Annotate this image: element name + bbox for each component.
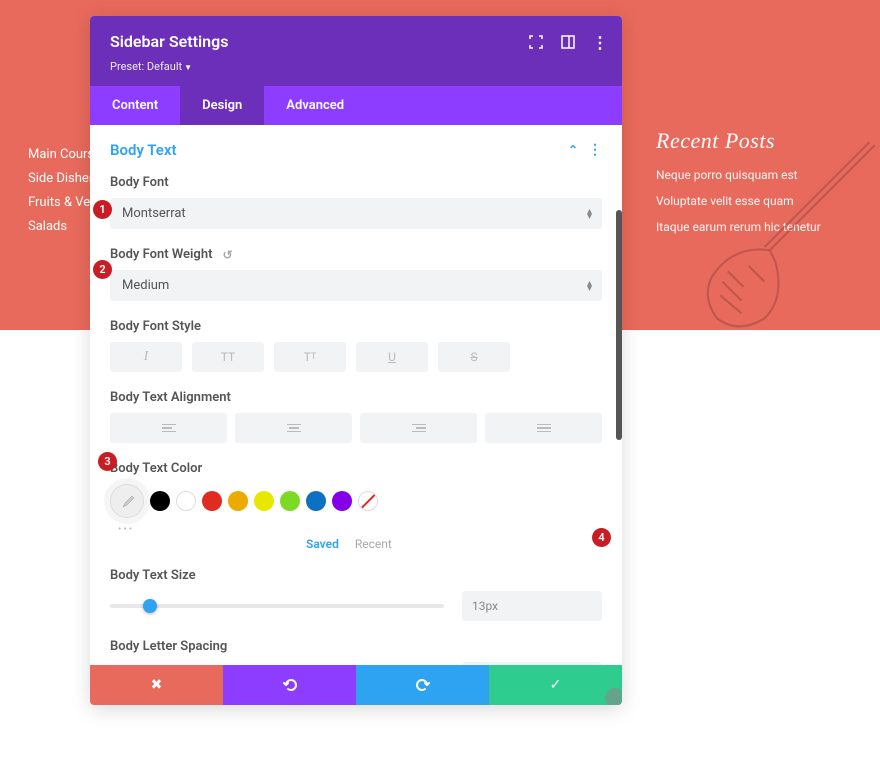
reset-icon[interactable]: ↺ (222, 248, 232, 262)
undo-button[interactable] (223, 665, 356, 705)
tab-content[interactable]: Content (90, 86, 180, 125)
body-text-color-label: Body Text Color (110, 461, 602, 476)
panel-icon[interactable] (560, 34, 576, 50)
modal-tabs: Content Design Advanced (90, 86, 622, 125)
recent-posts-panel: Recent Posts Neque porro quisquam est Vo… (656, 128, 856, 246)
color-swatch-orange[interactable] (228, 491, 248, 511)
recent-post-link[interactable]: Voluptate velit esse quam (656, 194, 856, 208)
color-swatch-red[interactable] (202, 491, 222, 511)
align-center-button[interactable] (235, 413, 352, 443)
align-right-button[interactable] (360, 413, 477, 443)
redo-button[interactable] (356, 665, 489, 705)
style-smallcaps-button[interactable]: TT (274, 342, 346, 372)
section-more-icon[interactable]: ⋮ (588, 142, 602, 158)
color-swatch-black[interactable] (150, 491, 170, 511)
select-caret-icon: ▴▾ (587, 281, 592, 291)
body-letter-spacing-label: Body Letter Spacing (110, 639, 602, 654)
align-left-button[interactable] (110, 413, 227, 443)
color-tab-saved[interactable]: Saved (306, 537, 339, 551)
collapse-icon[interactable]: ⌃ (568, 143, 578, 157)
body-font-weight-label: Body Font Weight ↺ (110, 247, 602, 262)
confirm-button[interactable]: ✓ (489, 665, 622, 705)
color-swatch-blue[interactable] (306, 491, 326, 511)
modal-footer: ✖ ✓ (90, 665, 622, 705)
text-size-input[interactable]: 13px (462, 591, 602, 621)
letter-spacing-input[interactable]: 0px (462, 662, 602, 665)
style-strikethrough-button[interactable]: S (438, 342, 510, 372)
recent-post-link[interactable]: Itaque earum rerum hic tenetur (656, 220, 856, 234)
recent-posts-title: Recent Posts (656, 128, 856, 154)
body-font-weight-value: Medium (122, 278, 169, 293)
style-uppercase-button[interactable]: TT (192, 342, 264, 372)
section-title: Body Text (110, 141, 177, 159)
section-body-text-header[interactable]: Body Text ⌃ ⋮ (110, 141, 602, 159)
color-swatch-white[interactable] (176, 491, 196, 511)
recent-post-link[interactable]: Neque porro quisquam est (656, 168, 856, 182)
color-swatch-none[interactable] (358, 491, 378, 511)
modal-preset-selector[interactable]: Preset: Default▼ (110, 55, 602, 74)
tab-advanced[interactable]: Advanced (264, 86, 366, 125)
body-font-weight-select[interactable]: Medium ▴▾ (110, 270, 602, 301)
style-underline-button[interactable]: U (356, 342, 428, 372)
scrollbar[interactable] (616, 210, 622, 440)
focus-icon[interactable] (528, 34, 544, 50)
body-text-alignment-label: Body Text Alignment (110, 390, 602, 405)
annotation-badge-3: 3 (98, 452, 117, 471)
body-font-value: Montserrat (122, 206, 186, 221)
modal-body: Body Text ⌃ ⋮ Body Font Montserrat ▴▾ Bo… (90, 125, 622, 665)
color-tab-recent[interactable]: Recent (355, 537, 392, 551)
select-caret-icon: ▴▾ (587, 209, 592, 219)
align-justify-button[interactable] (485, 413, 602, 443)
body-font-label: Body Font (110, 175, 602, 190)
color-picker-button[interactable] (110, 484, 144, 518)
resize-handle[interactable] (605, 688, 622, 705)
annotation-badge-2: 2 (93, 260, 112, 279)
color-swatch-yellow[interactable] (254, 491, 274, 511)
more-icon[interactable]: ⋮ (592, 34, 608, 50)
body-text-size-label: Body Text Size (110, 568, 602, 583)
color-swatch-green[interactable] (280, 491, 300, 511)
tab-design[interactable]: Design (180, 86, 264, 125)
annotation-badge-1: 1 (93, 200, 112, 219)
body-font-select[interactable]: Montserrat ▴▾ (110, 198, 602, 229)
body-font-style-label: Body Font Style (110, 319, 602, 334)
annotation-badge-4: 4 (592, 528, 611, 547)
style-italic-button[interactable]: I (110, 342, 182, 372)
color-swatch-purple[interactable] (332, 491, 352, 511)
slider-thumb[interactable] (143, 599, 157, 613)
settings-modal: Sidebar Settings Preset: Default▼ ⋮ Cont… (90, 16, 622, 705)
cancel-button[interactable]: ✖ (90, 665, 223, 705)
modal-header: Sidebar Settings Preset: Default▼ ⋮ (90, 16, 622, 86)
text-size-slider[interactable] (110, 604, 444, 608)
